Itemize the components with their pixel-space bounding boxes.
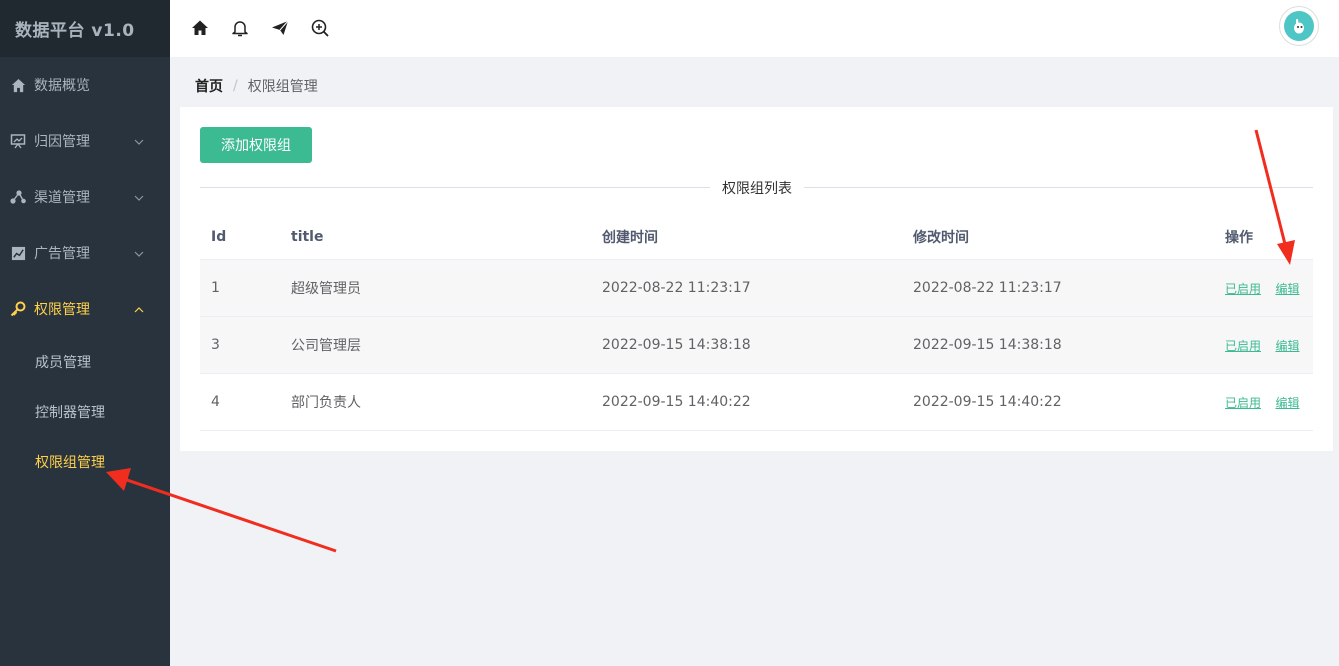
app-logo: 数据平台 v1.0: [0, 0, 170, 57]
sidebar-item-permissions[interactable]: 权限管理: [0, 281, 170, 337]
home-icon: [10, 77, 26, 93]
column-header-actions: 操作: [1225, 230, 1253, 246]
edit-link[interactable]: 编辑: [1275, 396, 1299, 410]
chart-icon: [10, 245, 26, 261]
cell-id: 3: [211, 337, 220, 353]
breadcrumb-current: 权限组管理: [247, 79, 318, 95]
sidebar-item-label: 数据概览: [34, 78, 90, 94]
column-header-title: title: [291, 229, 324, 245]
sidebar-subitem-label: 控制器管理: [35, 405, 105, 421]
sidebar-item-channel[interactable]: 渠道管理: [0, 169, 170, 225]
avatar-image: [1284, 11, 1314, 41]
add-permission-group-button[interactable]: 添加权限组: [200, 127, 312, 163]
share-icon: [10, 189, 26, 205]
chevron-down-icon: [134, 189, 144, 205]
cell-created: 2022-09-15 14:38:18: [602, 337, 751, 353]
sidebar-item-ads[interactable]: 广告管理: [0, 225, 170, 281]
permission-group-table: Id title 创建时间 修改时间 操作 1 超级管理员 2022-08-22…: [200, 215, 1313, 431]
table-row: 3 公司管理层 2022-09-15 14:38:18 2022-09-15 1…: [200, 317, 1313, 374]
send-icon[interactable]: [270, 18, 290, 38]
key-icon: [10, 301, 26, 317]
table-header: Id title 创建时间 修改时间 操作: [200, 215, 1313, 260]
edit-link[interactable]: 编辑: [1275, 282, 1299, 296]
chevron-down-icon: [134, 133, 144, 149]
sidebar-item-overview[interactable]: 数据概览: [0, 57, 170, 113]
presentation-icon: [10, 133, 26, 149]
cell-id: 4: [211, 394, 220, 410]
column-header-id: Id: [211, 229, 227, 245]
status-toggle-link[interactable]: 已启用: [1225, 282, 1261, 296]
avatar[interactable]: [1279, 6, 1319, 46]
home-icon[interactable]: [190, 18, 210, 38]
sidebar-item-label: 权限管理: [34, 302, 90, 318]
table-row: 4 部门负责人 2022-09-15 14:40:22 2022-09-15 1…: [200, 374, 1313, 431]
bell-icon[interactable]: [230, 18, 250, 38]
sidebar-item-label: 归因管理: [34, 134, 90, 150]
cell-modified: 2022-08-22 11:23:17: [913, 280, 1062, 296]
zoom-in-icon[interactable]: [310, 18, 330, 38]
chevron-down-icon: [134, 245, 144, 261]
cell-title: 部门负责人: [291, 395, 361, 411]
column-header-modified: 修改时间: [913, 230, 969, 246]
sidebar: 数据平台 v1.0 数据概览 归因管理 渠道管理 广告管理 权限管理 成员管理 …: [0, 0, 170, 666]
status-toggle-link[interactable]: 已启用: [1225, 339, 1261, 353]
edit-link[interactable]: 编辑: [1275, 339, 1299, 353]
cell-title: 公司管理层: [291, 338, 361, 354]
sidebar-subitem-label: 成员管理: [35, 355, 91, 371]
cell-created: 2022-09-15 14:40:22: [602, 394, 751, 410]
column-header-created: 创建时间: [602, 230, 658, 246]
sidebar-subitem-label: 权限组管理: [35, 455, 105, 471]
sidebar-item-label: 渠道管理: [34, 190, 90, 206]
section-title: 权限组列表: [710, 178, 804, 198]
cell-modified: 2022-09-15 14:38:18: [913, 337, 1062, 353]
chevron-up-icon: [134, 301, 144, 317]
cell-id: 1: [211, 280, 220, 296]
sidebar-item-label: 广告管理: [34, 246, 90, 262]
sidebar-subitem-members[interactable]: 成员管理: [0, 337, 170, 387]
cell-created: 2022-08-22 11:23:17: [602, 280, 751, 296]
top-header: [170, 0, 1339, 57]
breadcrumb: 首页 / 权限组管理: [195, 76, 318, 96]
table-row: 1 超级管理员 2022-08-22 11:23:17 2022-08-22 1…: [200, 260, 1313, 317]
content-card: 添加权限组 权限组列表 Id title 创建时间 修改时间 操作 1 超级管理…: [180, 107, 1333, 451]
cell-actions: 已启用 编辑: [1213, 337, 1313, 354]
sidebar-item-attribution[interactable]: 归因管理: [0, 113, 170, 169]
sidebar-subitem-permission-groups[interactable]: 权限组管理: [0, 437, 170, 487]
breadcrumb-home[interactable]: 首页: [195, 76, 223, 96]
sidebar-subitem-controllers[interactable]: 控制器管理: [0, 387, 170, 437]
cell-actions: 已启用 编辑: [1213, 280, 1313, 297]
cell-actions: 已启用 编辑: [1213, 394, 1313, 411]
breadcrumb-separator: /: [233, 78, 238, 94]
cell-title: 超级管理员: [291, 281, 361, 297]
status-toggle-link[interactable]: 已启用: [1225, 396, 1261, 410]
cell-modified: 2022-09-15 14:40:22: [913, 394, 1062, 410]
